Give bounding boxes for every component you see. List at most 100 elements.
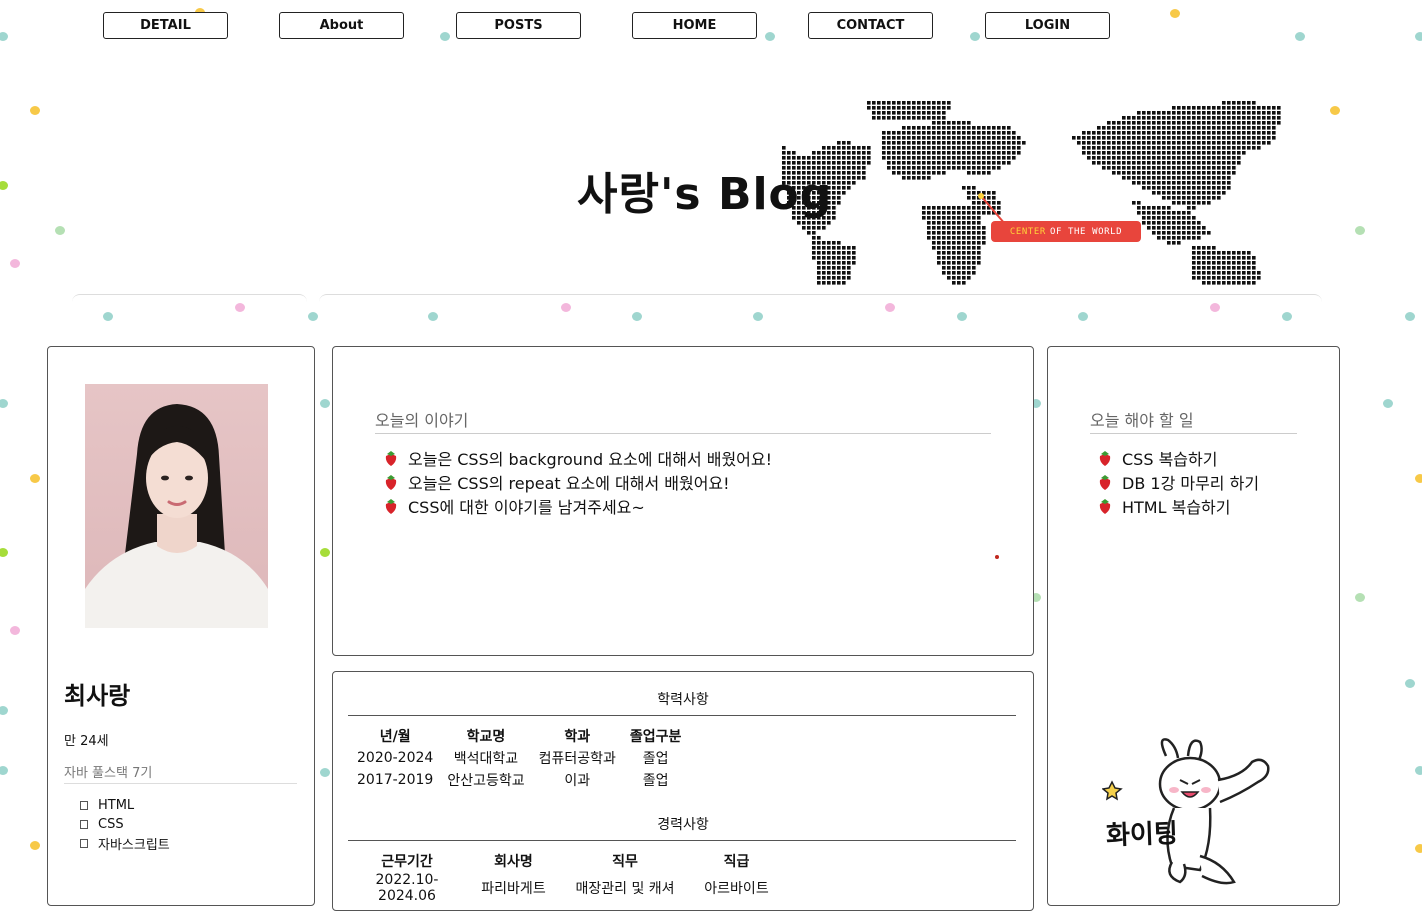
map-pixel [937,156,941,160]
map-pixel [817,236,821,240]
map-pixel [832,161,836,165]
map-pixel [1242,151,1246,155]
map-pixel [1077,136,1081,140]
map-pixel [932,226,936,230]
map-pixel [1237,251,1241,255]
map-pixel [1197,171,1201,175]
map-pixel [1172,111,1176,115]
nav-posts-button[interactable]: POSTS [456,12,581,39]
map-pixel [1172,186,1176,190]
map-pixel [1207,141,1211,145]
map-pixel [1197,196,1201,200]
map-pixel [1212,156,1216,160]
map-pixel [1207,166,1211,170]
map-pixel [847,271,851,275]
map-pixel [1162,156,1166,160]
map-pixel [952,156,956,160]
map-pixel [1182,231,1186,235]
center-tag-highlight: CENTER [1009,226,1046,237]
map-pixel [1112,166,1116,170]
map-pixel [1107,126,1111,130]
map-pixel [1202,226,1206,230]
map-pixel [1227,106,1231,110]
map-pixel [1197,176,1201,180]
map-pixel [947,151,951,155]
map-pixel [952,146,956,150]
nav-contact-button[interactable]: CONTACT [808,12,933,39]
map-pixel [917,156,921,160]
map-pixel [1237,111,1241,115]
map-pixel [1247,106,1251,110]
map-pixel [1187,116,1191,120]
map-pixel [982,166,986,170]
map-pixel [852,156,856,160]
map-pixel [1202,146,1206,150]
map-pixel [967,231,971,235]
map-pixel [932,161,936,165]
map-pixel [942,126,946,130]
map-pixel [987,156,991,160]
map-pixel [1222,181,1226,185]
map-pixel [1192,131,1196,135]
map-pixel [817,271,821,275]
nav-login-button[interactable]: LOGIN [985,12,1110,39]
map-pixel [1192,176,1196,180]
map-pixel [1192,206,1196,210]
map-pixel [832,216,836,220]
map-pixel [957,251,961,255]
map-pixel [1122,171,1126,175]
map-pixel [957,131,961,135]
map-pixel [952,216,956,220]
map-pixel [942,271,946,275]
column-header: 회사명 [494,854,533,870]
map-pixel [1227,111,1231,115]
map-pixel [982,126,986,130]
map-pixel [1137,126,1141,130]
map-pixel [1272,111,1276,115]
map-pixel [962,266,966,270]
map-pixel [962,136,966,140]
map-pixel [1167,161,1171,165]
map-pixel [1217,191,1221,195]
map-pixel [1162,136,1166,140]
map-pixel [1247,126,1251,130]
map-pixel [1187,126,1191,130]
map-pixel [867,151,871,155]
map-pixel [1202,106,1206,110]
map-pixel [907,101,911,105]
polka-dot [30,840,40,850]
map-pixel [947,216,951,220]
education-table: 년/월 학교명 학과 졸업구분 2020-2024 백석대학교 컴퓨터공학과 졸… [350,725,688,791]
map-pixel [987,166,991,170]
map-pixel [1132,181,1136,185]
map-pixel [1102,151,1106,155]
map-pixel [822,151,826,155]
map-pixel [1187,211,1191,215]
map-pixel [937,116,941,120]
polka-dot [30,473,40,483]
nav-detail-button[interactable]: DETAIL [103,12,228,39]
map-pixel [1212,196,1216,200]
map-pixel [827,151,831,155]
map-pixel [817,266,821,270]
map-pixel [1187,171,1191,175]
map-pixel [837,171,841,175]
map-pixel [922,206,926,210]
map-pixel [1257,111,1261,115]
map-pixel [1172,106,1176,110]
map-pixel [1212,116,1216,120]
map-pixel [1167,221,1171,225]
map-pixel [1162,181,1166,185]
nav-about-button[interactable]: About [279,12,404,39]
map-pixel [1152,221,1156,225]
map-pixel [942,211,946,215]
nav-home-button[interactable]: HOME [632,12,757,39]
map-pixel [967,221,971,225]
map-pixel [1112,151,1116,155]
map-pixel [897,116,901,120]
map-pixel [1122,121,1126,125]
map-pixel [882,111,886,115]
map-pixel [1147,186,1151,190]
map-pixel [1192,181,1196,185]
map-pixel [1132,151,1136,155]
